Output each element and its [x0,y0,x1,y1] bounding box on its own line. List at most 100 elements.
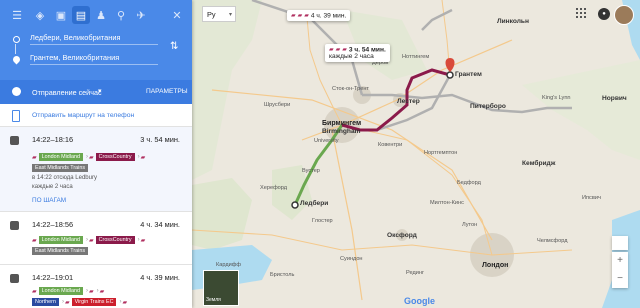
route-duration: 3 ч. 54 мин. [140,135,180,144]
language-select[interactable]: Ру ▾ [202,6,236,22]
zoom-controls[interactable]: + − [612,252,628,288]
chevron-right-icon: › [86,154,88,160]
map-label-coventry: Ковентри [378,142,403,148]
route-operators: ▰ London Midland ›▰ CrossCountry ›▰ [32,236,147,245]
chevron-down-icon: ▾ [228,12,232,18]
route-time: 14:22–19:01 [32,273,74,282]
send-to-phone[interactable]: Отправить маршрут на телефон [0,104,192,127]
map-label-cardiff: Кардифф [216,262,241,268]
swap-icon[interactable]: ⇅ [170,41,178,52]
map-label-grantham: Грантем [455,71,482,78]
map-canvas[interactable]: ▰ ▰ ▰ 4 ч. 39 мин. ▰ ▰ ▰ 3 ч. 54 мин. каждые 2 … [192,0,640,308]
map-label-london: Лондон [482,262,509,269]
route-duration: 4 ч. 34 мин. [140,220,180,229]
train-small-icon: ▰ [99,288,105,295]
destination-input[interactable]: Грантем, Великобритания [30,52,158,65]
route-dots [15,44,16,54]
satellite-label: Земля [206,297,221,303]
map-label-ipswich: Ипсвич [582,195,601,201]
directions-panel: ☰ ◈ ▣ ▤ ♟ ⚲ ✈ ✕ Ледбери, Великобритания … [0,0,192,308]
callout-frequency: каждые 2 часа [329,53,374,61]
route-frequency: каждые 2 часа [32,184,73,190]
chevron-right-icon: › [86,288,88,294]
options-button[interactable]: ПАРАМЕТРЫ [146,88,188,95]
map-label-cambridge: Кембридж [522,160,556,167]
route-option-2[interactable]: 14:22–18:56 4 ч. 34 мин. ▰ London Midland… [0,212,192,265]
zoom-in-icon[interactable]: + [612,252,628,270]
route-operators: ▰ London Midland ›▰ ›▰ [32,287,106,296]
map-label-milton-keynes: Милтон-Кинс [430,200,464,206]
operator-chip: London Midland [38,236,83,244]
map-label-shrewsbury: Шрусбери [264,102,291,108]
zoom-out-icon[interactable]: − [612,270,628,288]
route-operators-2: Northern ›▰ Virgin Trains EC ›▰ [32,298,129,307]
callout-duration: 4 ч. 39 мин. [310,12,347,20]
car-icon[interactable]: ▣ [52,6,70,24]
chevron-down-icon[interactable]: ▾ [98,87,102,95]
clock-icon [12,87,21,96]
chevron-right-icon: › [61,299,64,305]
train-icon [10,274,19,283]
notifications-icon[interactable]: ● [598,8,610,20]
travel-modes: ☰ ◈ ▣ ▤ ♟ ⚲ ✈ ✕ [0,6,192,26]
depart-bar: Отправление сейчас ▾ ПАРАМЕТРЫ [0,80,192,104]
train-small-icon: ▰ [140,237,146,244]
my-location-icon[interactable] [612,236,628,250]
route-option-3[interactable]: 14:22–19:01 4 ч. 39 мин. ▰ London Midland… [0,265,192,308]
apps-grid-icon[interactable] [576,8,586,18]
map-label-kings-lynn: King's Lynn [542,95,571,101]
train-small-icon: ▰ [122,299,128,306]
chevron-right-icon: › [86,237,88,243]
close-icon[interactable]: ✕ [168,6,186,24]
chevron-right-icon: › [96,288,99,294]
route-duration-callout-selected[interactable]: ▰ ▰ ▰ 3 ч. 54 мин. каждые 2 часа [325,44,390,63]
train-icon [10,221,19,230]
origin-input[interactable]: Ледбери, Великобритания [30,32,158,45]
train-small-icon: ▰ [64,299,70,306]
route-operators: ▰ London Midland ›▰ CrossCountry ›▰ [32,153,147,162]
step-by-step-link[interactable]: ПО ШАГАМ [32,197,66,204]
search-header: ☰ ◈ ▣ ▤ ♟ ⚲ ✈ ✕ Ледбери, Великобритания … [0,0,192,104]
avatar[interactable] [614,5,634,25]
origin-dot-icon [13,36,20,43]
operator-chip: London Midland [38,287,83,295]
train-small-icon: ▰ [32,154,37,161]
map-label-northampton: Нортгемптон [424,150,458,156]
train-small-icon: ▰ [335,47,341,53]
train-small-icon: ▰ [32,288,37,295]
satellite-toggle[interactable]: Земля [203,270,239,306]
directions-icon[interactable]: ◈ [31,6,49,24]
depart-select[interactable]: Отправление сейчас [32,88,102,97]
train-icon [10,136,19,145]
route-duration-callout[interactable]: ▰ ▰ ▰ 4 ч. 39 мин. [287,10,351,22]
route-operators-2: East Midlands Trains [32,164,90,173]
route-note: в 14:22 отсюда Ledbury [32,175,97,181]
route-operators-2: East Midlands Trains [32,247,90,256]
bike-icon[interactable]: ⚲ [112,6,130,24]
operator-chip: Northern [32,298,59,306]
map-label-bristol: Бристоль [270,272,295,278]
train-small-icon: ▰ [304,13,309,19]
route-time: 14:22–18:16 [32,135,74,144]
route-option-1[interactable]: 14:22–18:16 3 ч. 54 мин. ▰ London Midland… [0,127,192,212]
menu-icon[interactable]: ☰ [8,6,26,24]
apps-grid-glyph [576,8,586,18]
map-label-bedford: Бедфорд [457,180,481,186]
train-small-icon: ▰ [140,154,146,161]
map-label-norwich: Норвич [602,95,627,102]
train-small-icon: ▰ [329,47,334,53]
map-label-lincoln: Линкольн [497,18,529,25]
map-graphics [192,0,640,308]
transit-icon[interactable]: ▤ [72,6,90,24]
route-duration: 4 ч. 39 мин. [140,273,180,282]
walk-icon[interactable]: ♟ [92,6,110,24]
map-label-university: University [314,138,339,144]
map-label-ledbury: Ледбери [300,200,329,207]
train-small-icon: ▰ [342,47,347,53]
operator-chip: East Midlands Trains [32,247,89,255]
train-small-icon: ▰ [89,154,94,161]
plane-icon[interactable]: ✈ [132,6,150,24]
map-label-birmingham-en: Birmingham [322,128,361,135]
send-to-phone-label[interactable]: Отправить маршрут на телефон [32,112,134,119]
chevron-right-icon: › [137,237,140,243]
